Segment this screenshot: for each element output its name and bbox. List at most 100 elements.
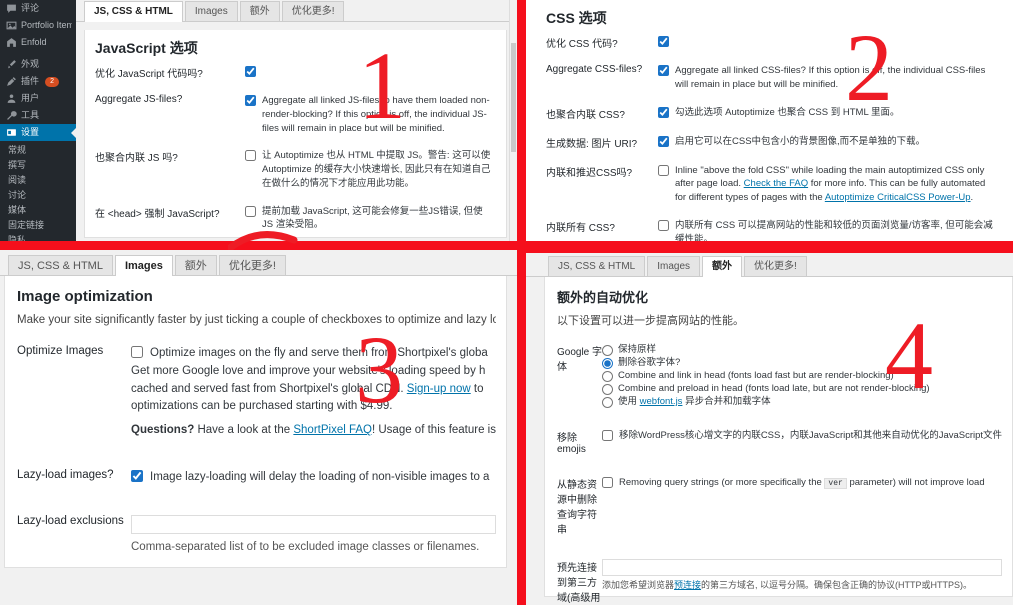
option-label: Combine and link in head (fonts load fas… — [618, 370, 894, 381]
query-strings-checkbox[interactable] — [602, 477, 614, 488]
sidebar-item-plugins[interactable]: 插件 2 — [0, 73, 76, 90]
query-strings-desc-a: Removing query strings (or more specific… — [619, 477, 825, 488]
tab-images[interactable]: Images — [114, 255, 173, 276]
inline-css-checkbox[interactable] — [658, 106, 669, 118]
red-arc-annotation — [228, 228, 300, 250]
lazyload-checkbox[interactable] — [131, 470, 143, 483]
row-aggregate-js: Aggregate JS-files? Aggregate all linked… — [95, 87, 496, 142]
panel1-scrollbar[interactable] — [509, 0, 517, 241]
remove-emojis-checkbox[interactable] — [602, 430, 614, 441]
google-fonts-radio-remove[interactable] — [602, 357, 614, 369]
datauri-checkbox[interactable] — [658, 135, 669, 147]
sidebar-item-portfolio[interactable]: Portfolio Items — [0, 17, 76, 34]
optimize-images-line5a: Have a look at the — [194, 424, 294, 437]
check-faq-link[interactable]: Check the FAQ — [744, 178, 808, 189]
sidebar-item-label: 设置 — [21, 127, 40, 137]
optimize-images-checkbox[interactable] — [131, 346, 143, 358]
criticalcss-powerup-link[interactable]: Autoptimize CriticalCSS Power-Up — [825, 192, 971, 203]
google-fonts-radio-combine-link[interactable] — [602, 370, 614, 382]
lazyload-exclusions-input[interactable] — [131, 514, 496, 534]
signup-now-link[interactable]: Sign-up now — [407, 383, 471, 395]
tab-images[interactable]: Images — [184, 1, 238, 21]
comments-icon — [7, 4, 16, 13]
google-fonts-option-webfontjs[interactable]: 使用 webfont.js 异步合并和加载字体 — [602, 395, 1002, 408]
inline-defer-css-checkbox[interactable] — [658, 164, 669, 176]
inline-css-desc: 勾选此选项 Autoptimize 也聚合 CSS 到 HTML 里面。 — [675, 106, 900, 118]
row-label: 也聚合内联 JS 吗? — [95, 153, 178, 165]
google-fonts-option-combine-link[interactable]: Combine and link in head (fonts load fas… — [602, 369, 1002, 382]
tab-extra[interactable]: 额外 — [239, 1, 280, 21]
sidebar-item-users[interactable]: 用户 — [0, 90, 76, 107]
tab-js-css-html[interactable]: JS, CSS & HTML — [548, 256, 646, 276]
panel-3-image-optimization: JS, CSS & HTML Images 额外 优化更多! Image opt… — [0, 250, 517, 605]
row-label: 内联和推迟CSS吗? — [546, 167, 633, 179]
tab-optimize-more[interactable]: 优化更多! — [744, 256, 807, 276]
preconnect-input[interactable] — [602, 559, 1003, 576]
google-fonts-option-keep[interactable]: 保持原样 — [602, 343, 1002, 356]
sidebar-item-enfold[interactable]: Enfold — [0, 34, 76, 51]
inline-all-css-desc: 内联所有 CSS 可以提高网站的性能和较低的页面浏览量/访客率, 但可能会减缓性… — [675, 219, 993, 241]
questions-label: Questions? — [131, 424, 195, 437]
row-aggregate-css: Aggregate CSS-files? Aggregate all linke… — [546, 57, 997, 99]
submenu-item-privacy[interactable]: 隐私 — [8, 233, 76, 241]
optimize-js-checkbox[interactable] — [245, 66, 256, 77]
option-label: Combine and preload in head (fonts load … — [618, 383, 930, 394]
panel4-form: Google 字体 保持原样 删除谷歌字体? Combine and link … — [557, 336, 1003, 605]
row-inline-defer-css: 内联和推迟CSS吗? Inline "above the fold CSS" w… — [546, 157, 997, 212]
force-head-js-checkbox[interactable] — [245, 205, 256, 217]
google-fonts-option-combine-preload[interactable]: Combine and preload in head (fonts load … — [602, 382, 1002, 395]
tools-wrench-icon — [7, 111, 17, 120]
row-label: 移除 emojis — [557, 433, 586, 455]
tab-optimize-more[interactable]: 优化更多! — [218, 255, 286, 275]
optimize-css-checkbox[interactable] — [658, 36, 669, 47]
tab-extra[interactable]: 额外 — [702, 256, 743, 277]
submenu-item-media[interactable]: 媒体 — [8, 203, 76, 218]
red-divider-horizontal-right — [526, 246, 1013, 253]
submenu-item-writing[interactable]: 撰写 — [8, 158, 76, 173]
submenu-item-discussion[interactable]: 讨论 — [8, 188, 76, 203]
option-label-a: 使用 — [618, 396, 640, 407]
shortpixel-faq-link[interactable]: ShortPixel FAQ — [293, 424, 372, 436]
row-label: Lazy-load exclusions — [17, 514, 124, 527]
panel2-card: CSS 选项 优化 CSS 代码? Aggregate CSS-files? A… — [534, 0, 1005, 241]
google-fonts-radio-keep[interactable] — [602, 344, 614, 356]
aggregate-js-checkbox[interactable] — [245, 95, 256, 106]
sidebar-item-settings[interactable]: 设置 — [0, 124, 77, 141]
row-label: 内联所有 CSS? — [546, 222, 615, 234]
preconnect-hint-b: 的第三方域名, 以逗号分隔。确保包含正确的协议(HTTP或HTTPS)。 — [701, 580, 973, 590]
sidebar-item-appearance[interactable]: 外观 — [0, 56, 76, 73]
row-label: 预先连接到第三方域(高级用户) — [557, 563, 601, 604]
remove-emojis-desc: 移除WordPress核心增文字的内联CSS，内联JavaScript和其他来自… — [619, 430, 1003, 441]
users-icon — [7, 94, 16, 103]
panel1-tabbar: JS, CSS & HTML Images 额外 优化更多! — [76, 0, 517, 22]
google-fonts-radio-combine-preload[interactable] — [602, 383, 614, 395]
sidebar-item-comments[interactable]: 评论 — [0, 0, 76, 17]
panel-2-css-options: CSS 选项 优化 CSS 代码? Aggregate CSS-files? A… — [526, 0, 1013, 241]
tab-js-css-html[interactable]: JS, CSS & HTML — [84, 1, 183, 22]
optimize-images-line5b: ! Usage of this feature is — [371, 424, 496, 437]
query-strings-desc-b: parameter) will not improve load — [846, 477, 985, 488]
inline-js-checkbox[interactable] — [245, 150, 256, 162]
row-label: Lazy-load images? — [17, 469, 114, 482]
tab-optimize-more[interactable]: 优化更多! — [281, 1, 345, 21]
inline-all-css-checkbox[interactable] — [658, 219, 669, 231]
datauri-desc: 启用它可以在CSS中包含小的背景图像,而不是单独的下载。 — [675, 135, 926, 147]
submenu-item-reading[interactable]: 阅读 — [8, 173, 76, 188]
tab-js-css-html[interactable]: JS, CSS & HTML — [8, 255, 113, 275]
aggregate-css-checkbox[interactable] — [658, 65, 669, 76]
sidebar-submenu: 常规 撰写 阅读 讨论 媒体 固定链接 隐私 百度搜索资源管理 — [0, 141, 76, 241]
webfontjs-link[interactable]: webfont.js — [640, 396, 683, 407]
wp-admin-sidebar: 评论 Portfolio Items Enfold 外观 插件 2 — [0, 0, 77, 241]
google-fonts-option-remove[interactable]: 删除谷歌字体? — [602, 356, 1002, 369]
google-fonts-radio-webfontjs[interactable] — [602, 396, 614, 408]
panel3-form: Optimize Images Optimize images on the f… — [17, 338, 496, 562]
tab-images[interactable]: Images — [647, 256, 701, 276]
tab-extra[interactable]: 额外 — [174, 255, 217, 275]
portfolio-icon — [6, 21, 17, 30]
preconnect-hint-a: 添加您希望浏览器 — [602, 580, 675, 590]
submenu-item-general[interactable]: 常规 — [8, 143, 76, 158]
sidebar-item-tools[interactable]: 工具 — [0, 107, 76, 124]
sidebar-item-label: 工具 — [21, 110, 40, 120]
preconnect-link[interactable]: 预连接 — [674, 580, 701, 590]
submenu-item-permalinks[interactable]: 固定链接 — [8, 218, 76, 233]
